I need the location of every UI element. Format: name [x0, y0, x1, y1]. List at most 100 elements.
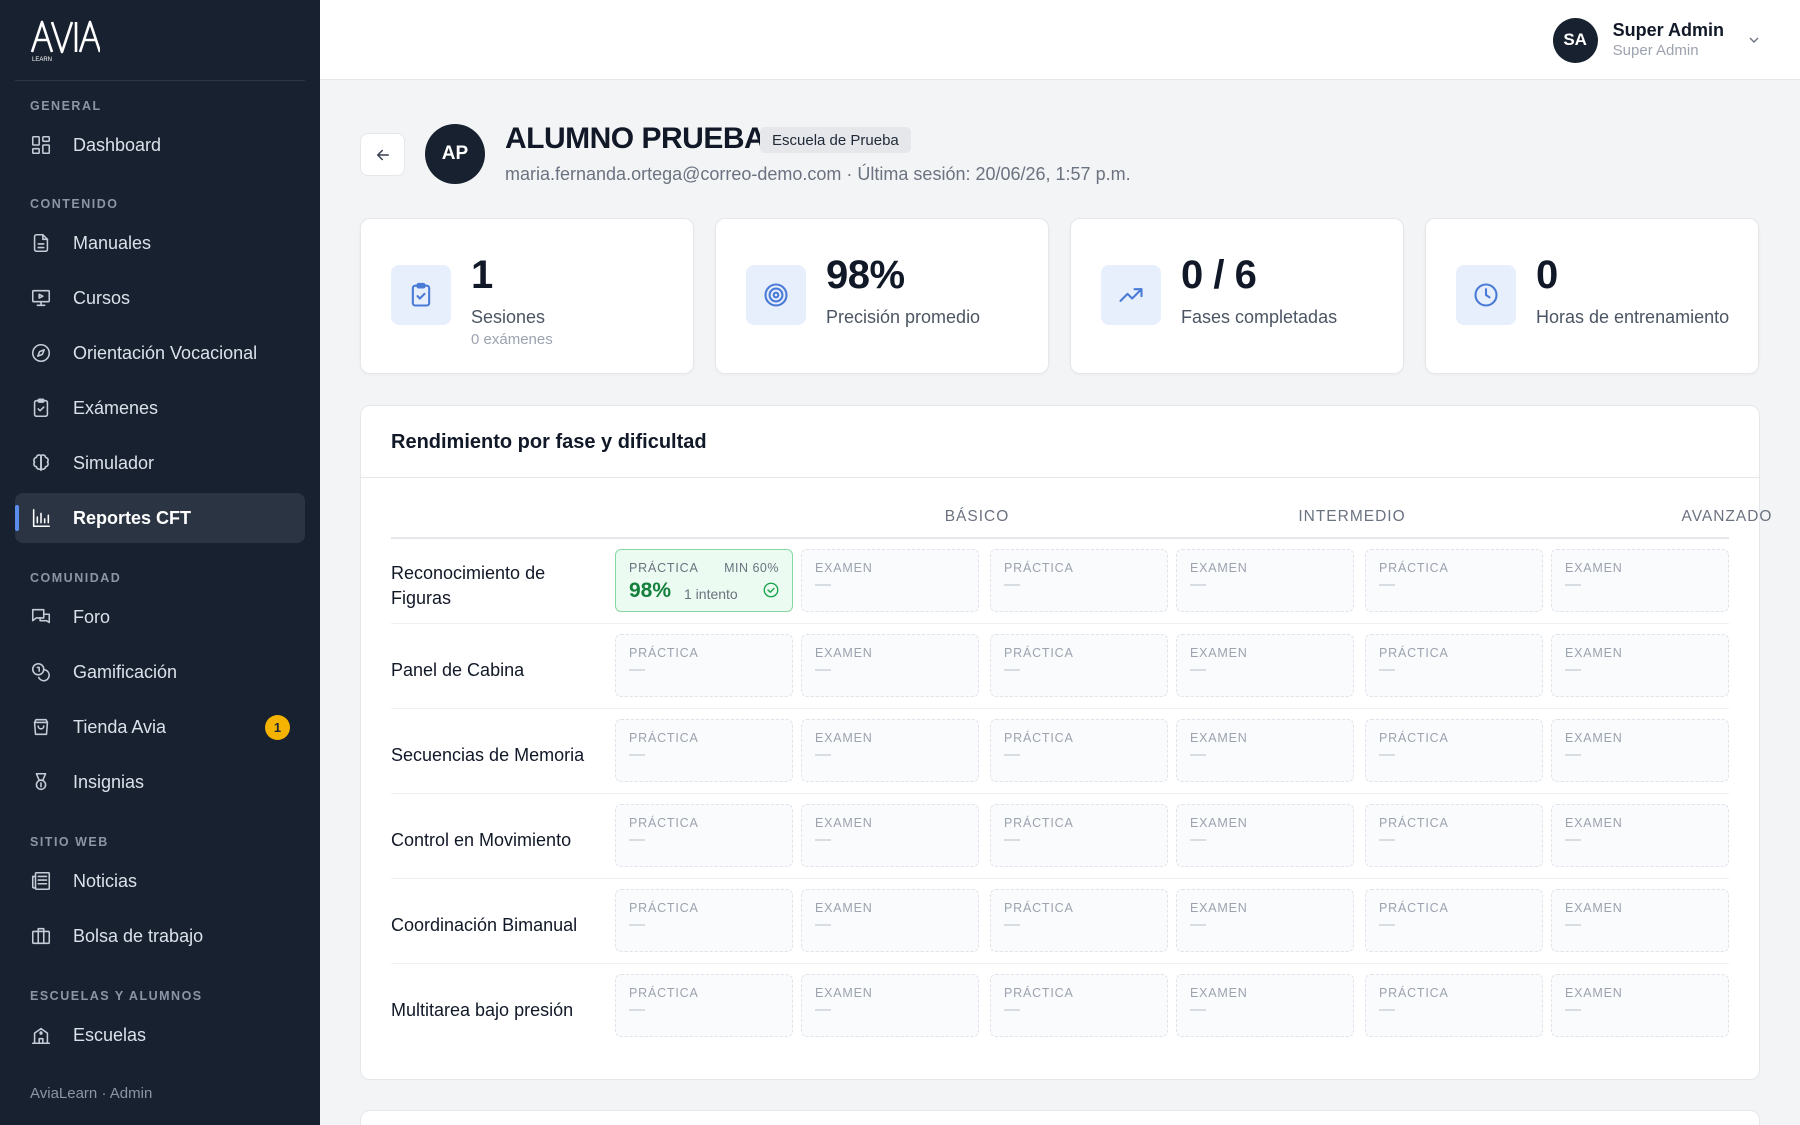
sidebar-item-tienda[interactable]: Tienda Avia 1	[15, 702, 305, 752]
sidebar-item-bolsa[interactable]: Bolsa de trabajo	[15, 911, 305, 961]
cell-type-label: EXAMEN	[1565, 561, 1623, 575]
sidebar-item-foro[interactable]: Foro	[15, 592, 305, 642]
empty-dash	[1379, 839, 1395, 841]
cell-type-label: EXAMEN	[1190, 816, 1248, 830]
result-cell[interactable]: EXAMEN	[1551, 889, 1729, 952]
sidebar-item-insignias[interactable]: Insignias	[15, 757, 305, 807]
empty-dash	[1565, 584, 1581, 586]
result-cell[interactable]: EXAMEN	[1551, 804, 1729, 867]
result-cell[interactable]: EXAMEN	[801, 549, 979, 612]
back-button[interactable]	[360, 133, 405, 176]
clipboard-check-icon	[391, 265, 451, 325]
arrow-left-icon	[376, 149, 389, 160]
result-cell[interactable]: PRÁCTICA MIN 60% 98% 1 intento	[615, 549, 793, 612]
empty-dash	[1004, 584, 1020, 586]
sidebar-item-escuelas[interactable]: Escuelas	[15, 1010, 305, 1060]
empty-dash	[1565, 839, 1581, 841]
result-cell[interactable]: PRÁCTICA	[615, 719, 793, 782]
sidebar-item-gamificacion[interactable]: Gamificación	[15, 647, 305, 697]
sidebar-item-label: Exámenes	[73, 397, 159, 418]
result-cell[interactable]: EXAMEN	[1551, 634, 1729, 697]
sidebar-item-manuales[interactable]: Manuales	[15, 218, 305, 268]
cell-type-label: PRÁCTICA	[1379, 561, 1449, 575]
sidebar-item-examenes[interactable]: Exámenes	[15, 383, 305, 433]
cell-type-label: EXAMEN	[1565, 731, 1623, 745]
result-cell[interactable]: EXAMEN	[1176, 549, 1354, 612]
stat-label: Sesiones	[471, 307, 546, 327]
result-cell[interactable]: EXAMEN	[1176, 634, 1354, 697]
sidebar-item-dashboard[interactable]: Dashboard	[15, 120, 305, 170]
user-menu[interactable]: SA Super Admin Super Admin	[1552, 17, 1762, 63]
medal-icon	[30, 771, 52, 793]
empty-dash	[815, 669, 831, 671]
cell-type-label: PRÁCTICA	[1004, 561, 1074, 575]
avia-learn-logo[interactable]: LEARN	[30, 18, 100, 62]
empty-dash	[1565, 669, 1581, 671]
result-cell[interactable]: PRÁCTICA	[1365, 974, 1543, 1037]
cell-type-label: PRÁCTICA	[1379, 646, 1449, 660]
result-cell[interactable]: EXAMEN	[1176, 889, 1354, 952]
section-general: GENERAL	[30, 99, 102, 113]
newspaper-icon	[30, 870, 52, 892]
header-divider	[391, 537, 1729, 539]
cell-type-label: EXAMEN	[815, 646, 873, 660]
sidebar-item-simulador[interactable]: Simulador	[15, 438, 305, 488]
chevron-down-icon[interactable]	[1746, 32, 1762, 48]
result-cell[interactable]: PRÁCTICA	[990, 549, 1168, 612]
result-cell[interactable]: PRÁCTICA	[990, 634, 1168, 697]
result-cell[interactable]: EXAMEN	[1551, 719, 1729, 782]
result-cell[interactable]: EXAMEN	[1551, 549, 1729, 612]
result-cell[interactable]: PRÁCTICA	[990, 719, 1168, 782]
result-cell[interactable]: PRÁCTICA	[1365, 889, 1543, 952]
cell-type-label: EXAMEN	[1190, 731, 1248, 745]
result-cell[interactable]: PRÁCTICA	[1365, 634, 1543, 697]
stat-value: 0 / 6	[1181, 253, 1257, 297]
result-cell[interactable]: PRÁCTICA	[1365, 804, 1543, 867]
sidebar-item-orientacion[interactable]: Orientación Vocacional	[15, 328, 305, 378]
empty-dash	[1565, 1009, 1581, 1011]
result-cell[interactable]: EXAMEN	[1176, 974, 1354, 1037]
empty-dash	[815, 584, 831, 586]
clipboard-check-icon	[30, 397, 52, 419]
result-cell[interactable]: PRÁCTICA	[1365, 719, 1543, 782]
empty-dash	[1004, 754, 1020, 756]
sidebar-item-noticias[interactable]: Noticias	[15, 856, 305, 906]
result-cell[interactable]: EXAMEN	[801, 634, 979, 697]
cell-type-label: EXAMEN	[815, 561, 873, 575]
sidebar-item-reportes[interactable]: Reportes CFT	[15, 493, 305, 543]
trending-up-icon	[1101, 265, 1161, 325]
result-cell[interactable]: EXAMEN	[801, 719, 979, 782]
result-cell[interactable]: PRÁCTICA	[1365, 549, 1543, 612]
empty-dash	[629, 669, 645, 671]
result-cell[interactable]: EXAMEN	[1176, 804, 1354, 867]
result-cell[interactable]: EXAMEN	[801, 804, 979, 867]
sidebar-item-cursos[interactable]: Cursos	[15, 273, 305, 323]
presentation-icon	[30, 287, 52, 309]
cell-type-label: EXAMEN	[815, 901, 873, 915]
result-cell[interactable]: PRÁCTICA	[990, 804, 1168, 867]
empty-dash	[1379, 1009, 1395, 1011]
cell-type-label: PRÁCTICA	[1004, 646, 1074, 660]
empty-dash	[1379, 754, 1395, 756]
result-cell[interactable]: PRÁCTICA	[990, 889, 1168, 952]
sidebar-item-label: Foro	[73, 606, 111, 627]
result-cell[interactable]: PRÁCTICA	[990, 974, 1168, 1037]
result-cell[interactable]: PRÁCTICA	[615, 974, 793, 1037]
phase-label: Reconocimiento de Figuras	[391, 563, 546, 608]
result-cell[interactable]: PRÁCTICA	[615, 634, 793, 697]
result-cell[interactable]: PRÁCTICA	[615, 804, 793, 867]
row-divider	[391, 878, 1729, 879]
score-value: 98%	[629, 579, 672, 602]
result-cell[interactable]: EXAMEN	[801, 889, 979, 952]
result-cell[interactable]: EXAMEN	[1176, 719, 1354, 782]
stat-label: Fases completadas	[1181, 307, 1338, 327]
result-cell[interactable]: EXAMEN	[801, 974, 979, 1037]
empty-dash	[629, 924, 645, 926]
user-role: Super Admin	[1612, 42, 1699, 59]
result-cell[interactable]: PRÁCTICA	[615, 889, 793, 952]
sidebar-item-label: Gamificación	[73, 661, 178, 682]
empty-dash	[1379, 669, 1395, 671]
empty-dash	[1004, 924, 1020, 926]
result-cell[interactable]: EXAMEN	[1551, 974, 1729, 1037]
empty-dash	[1379, 924, 1395, 926]
